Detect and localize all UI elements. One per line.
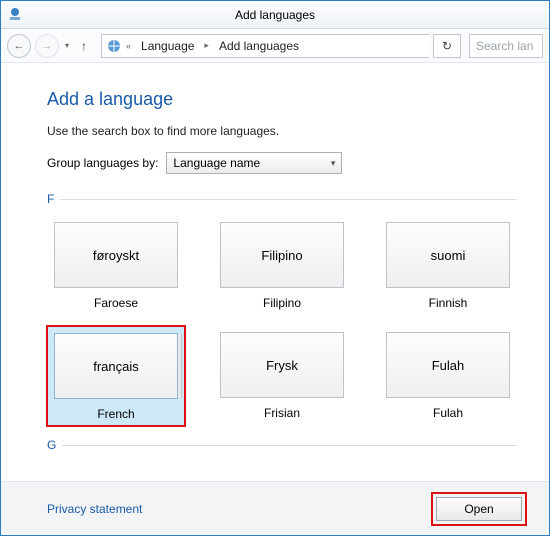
group-by-value: Language name: [173, 156, 260, 170]
divider: [62, 445, 517, 446]
tile-card: Fulah: [386, 332, 510, 398]
breadcrumb-item[interactable]: Language: [135, 37, 200, 55]
group-by-label: Group languages by:: [47, 156, 158, 170]
open-button-highlight: Open: [433, 494, 525, 524]
tile-row: føroyskt Faroese Filipino Filipino suomi…: [47, 216, 517, 314]
page-subtext: Use the search box to find more language…: [47, 124, 517, 138]
language-tile-finnish[interactable]: suomi Finnish: [379, 216, 517, 314]
breadcrumb-item[interactable]: Add languages: [213, 37, 305, 55]
window-frame: Add languages ← → ▾ ↑ « Language ▸ Add l…: [0, 0, 550, 536]
search-input[interactable]: Search lan: [469, 34, 543, 58]
tile-caption: Filipino: [219, 296, 345, 310]
group-header: G: [47, 438, 517, 452]
tile-caption: French: [54, 407, 178, 421]
tile-card: suomi: [386, 222, 510, 288]
language-tile-fulah[interactable]: Fulah Fulah: [379, 326, 517, 426]
tile-card: Frysk: [220, 332, 344, 398]
tile-card: føroyskt: [54, 222, 178, 288]
refresh-icon: ↻: [442, 39, 452, 53]
divider: [60, 199, 517, 200]
content-area: Add a language Use the search box to fin…: [1, 63, 549, 481]
privacy-link[interactable]: Privacy statement: [47, 502, 142, 516]
location-icon: [106, 38, 122, 54]
address-bar[interactable]: « Language ▸ Add languages: [101, 34, 429, 58]
language-tile-french[interactable]: français French: [47, 326, 185, 426]
group-header: F: [47, 192, 517, 206]
group-letter: G: [47, 438, 56, 452]
up-button[interactable]: ↑: [75, 39, 93, 53]
chevron-down-icon: ▾: [331, 158, 336, 169]
language-tile-faroese[interactable]: føroyskt Faroese: [47, 216, 185, 314]
nav-toolbar: ← → ▾ ↑ « Language ▸ Add languages ↻ Sea…: [1, 29, 549, 63]
tile-caption: Frisian: [219, 406, 345, 420]
forward-icon: →: [42, 40, 53, 52]
tile-caption: Faroese: [53, 296, 179, 310]
tile-caption: Finnish: [385, 296, 511, 310]
language-tile-frisian[interactable]: Frysk Frisian: [213, 326, 351, 426]
refresh-button[interactable]: ↻: [433, 34, 461, 58]
forward-button[interactable]: →: [35, 34, 59, 58]
chevron-right-icon: ▸: [204, 40, 209, 51]
titlebar: Add languages: [1, 1, 549, 29]
back-icon: ←: [14, 40, 25, 52]
back-button[interactable]: ←: [7, 34, 31, 58]
tile-row: français French Frysk Frisian Fulah Fula…: [47, 326, 517, 426]
tile-caption: Fulah: [385, 406, 511, 420]
page-title: Add a language: [47, 89, 517, 110]
group-letter: F: [47, 192, 54, 206]
tile-card: Filipino: [220, 222, 344, 288]
open-button[interactable]: Open: [436, 497, 522, 521]
language-tile-filipino[interactable]: Filipino Filipino: [213, 216, 351, 314]
chevron-icon: «: [126, 41, 131, 51]
group-by-row: Group languages by: Language name ▾: [47, 152, 517, 174]
window-title: Add languages: [235, 8, 315, 22]
history-dropdown-icon[interactable]: ▾: [63, 41, 71, 50]
footer-bar: Privacy statement Open: [1, 481, 549, 535]
app-icon: [7, 7, 23, 23]
tile-card: français: [54, 333, 178, 399]
group-by-select[interactable]: Language name ▾: [166, 152, 342, 174]
